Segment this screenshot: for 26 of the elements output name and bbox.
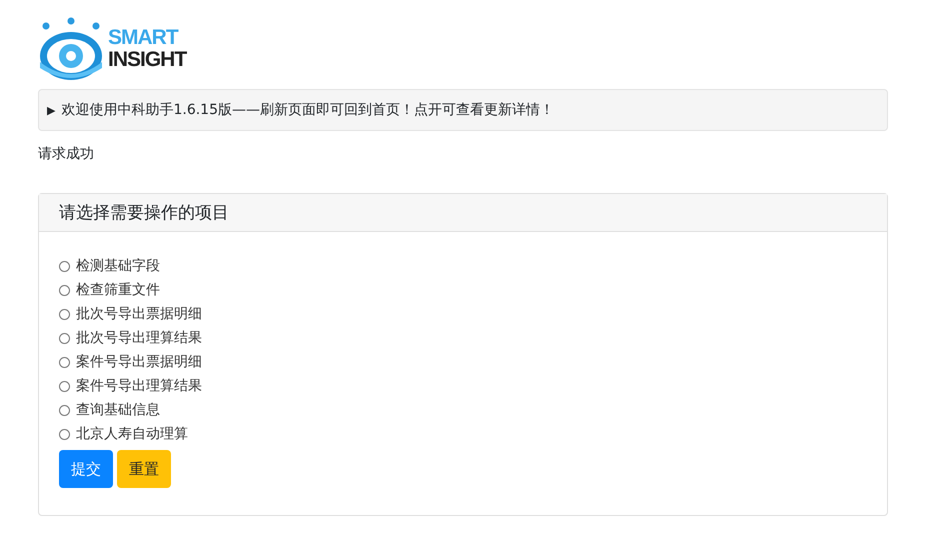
option-label: 批次号导出理算结果 xyxy=(76,329,202,347)
radio-button[interactable] xyxy=(59,284,70,296)
radio-button[interactable] xyxy=(59,260,70,272)
radio-button[interactable] xyxy=(59,404,70,416)
radio-button[interactable] xyxy=(59,332,70,344)
update-notice-toggle[interactable]: ▶ 欢迎使用中科助手1.6.15版——刷新页面即可回到首页！点开可查看更新详情！ xyxy=(38,89,888,131)
status-message: 请求成功 xyxy=(38,145,95,163)
option-label: 北京人寿自动理算 xyxy=(76,425,188,443)
submit-button[interactable]: 提交 xyxy=(59,450,113,488)
option-label: 案件号导出理算结果 xyxy=(76,377,202,395)
option-label: 批次号导出票据明细 xyxy=(76,305,202,323)
option-label: 查询基础信息 xyxy=(76,401,160,419)
radio-button[interactable] xyxy=(59,308,70,320)
logo-text: SMART xyxy=(108,27,180,49)
option-label: 检测基础字段 xyxy=(76,257,160,275)
logo-text: INSIGHT xyxy=(108,49,186,71)
reset-button[interactable]: 重置 xyxy=(117,450,171,488)
disclosure-marker: ▶ xyxy=(47,104,56,116)
radio-button[interactable] xyxy=(59,356,70,368)
radio-button[interactable] xyxy=(59,380,70,392)
option-label: 检查筛重文件 xyxy=(76,281,160,299)
card-title: 请选择需要操作的项目 xyxy=(39,194,887,232)
eye-logo-icon xyxy=(38,16,104,82)
notice-text: 欢迎使用中科助手1.6.15版——刷新页面即可回到首页！点开可查看更新详情！ xyxy=(61,101,554,119)
radio-button[interactable] xyxy=(59,428,70,440)
option-label: 案件号导出票据明细 xyxy=(76,353,202,371)
